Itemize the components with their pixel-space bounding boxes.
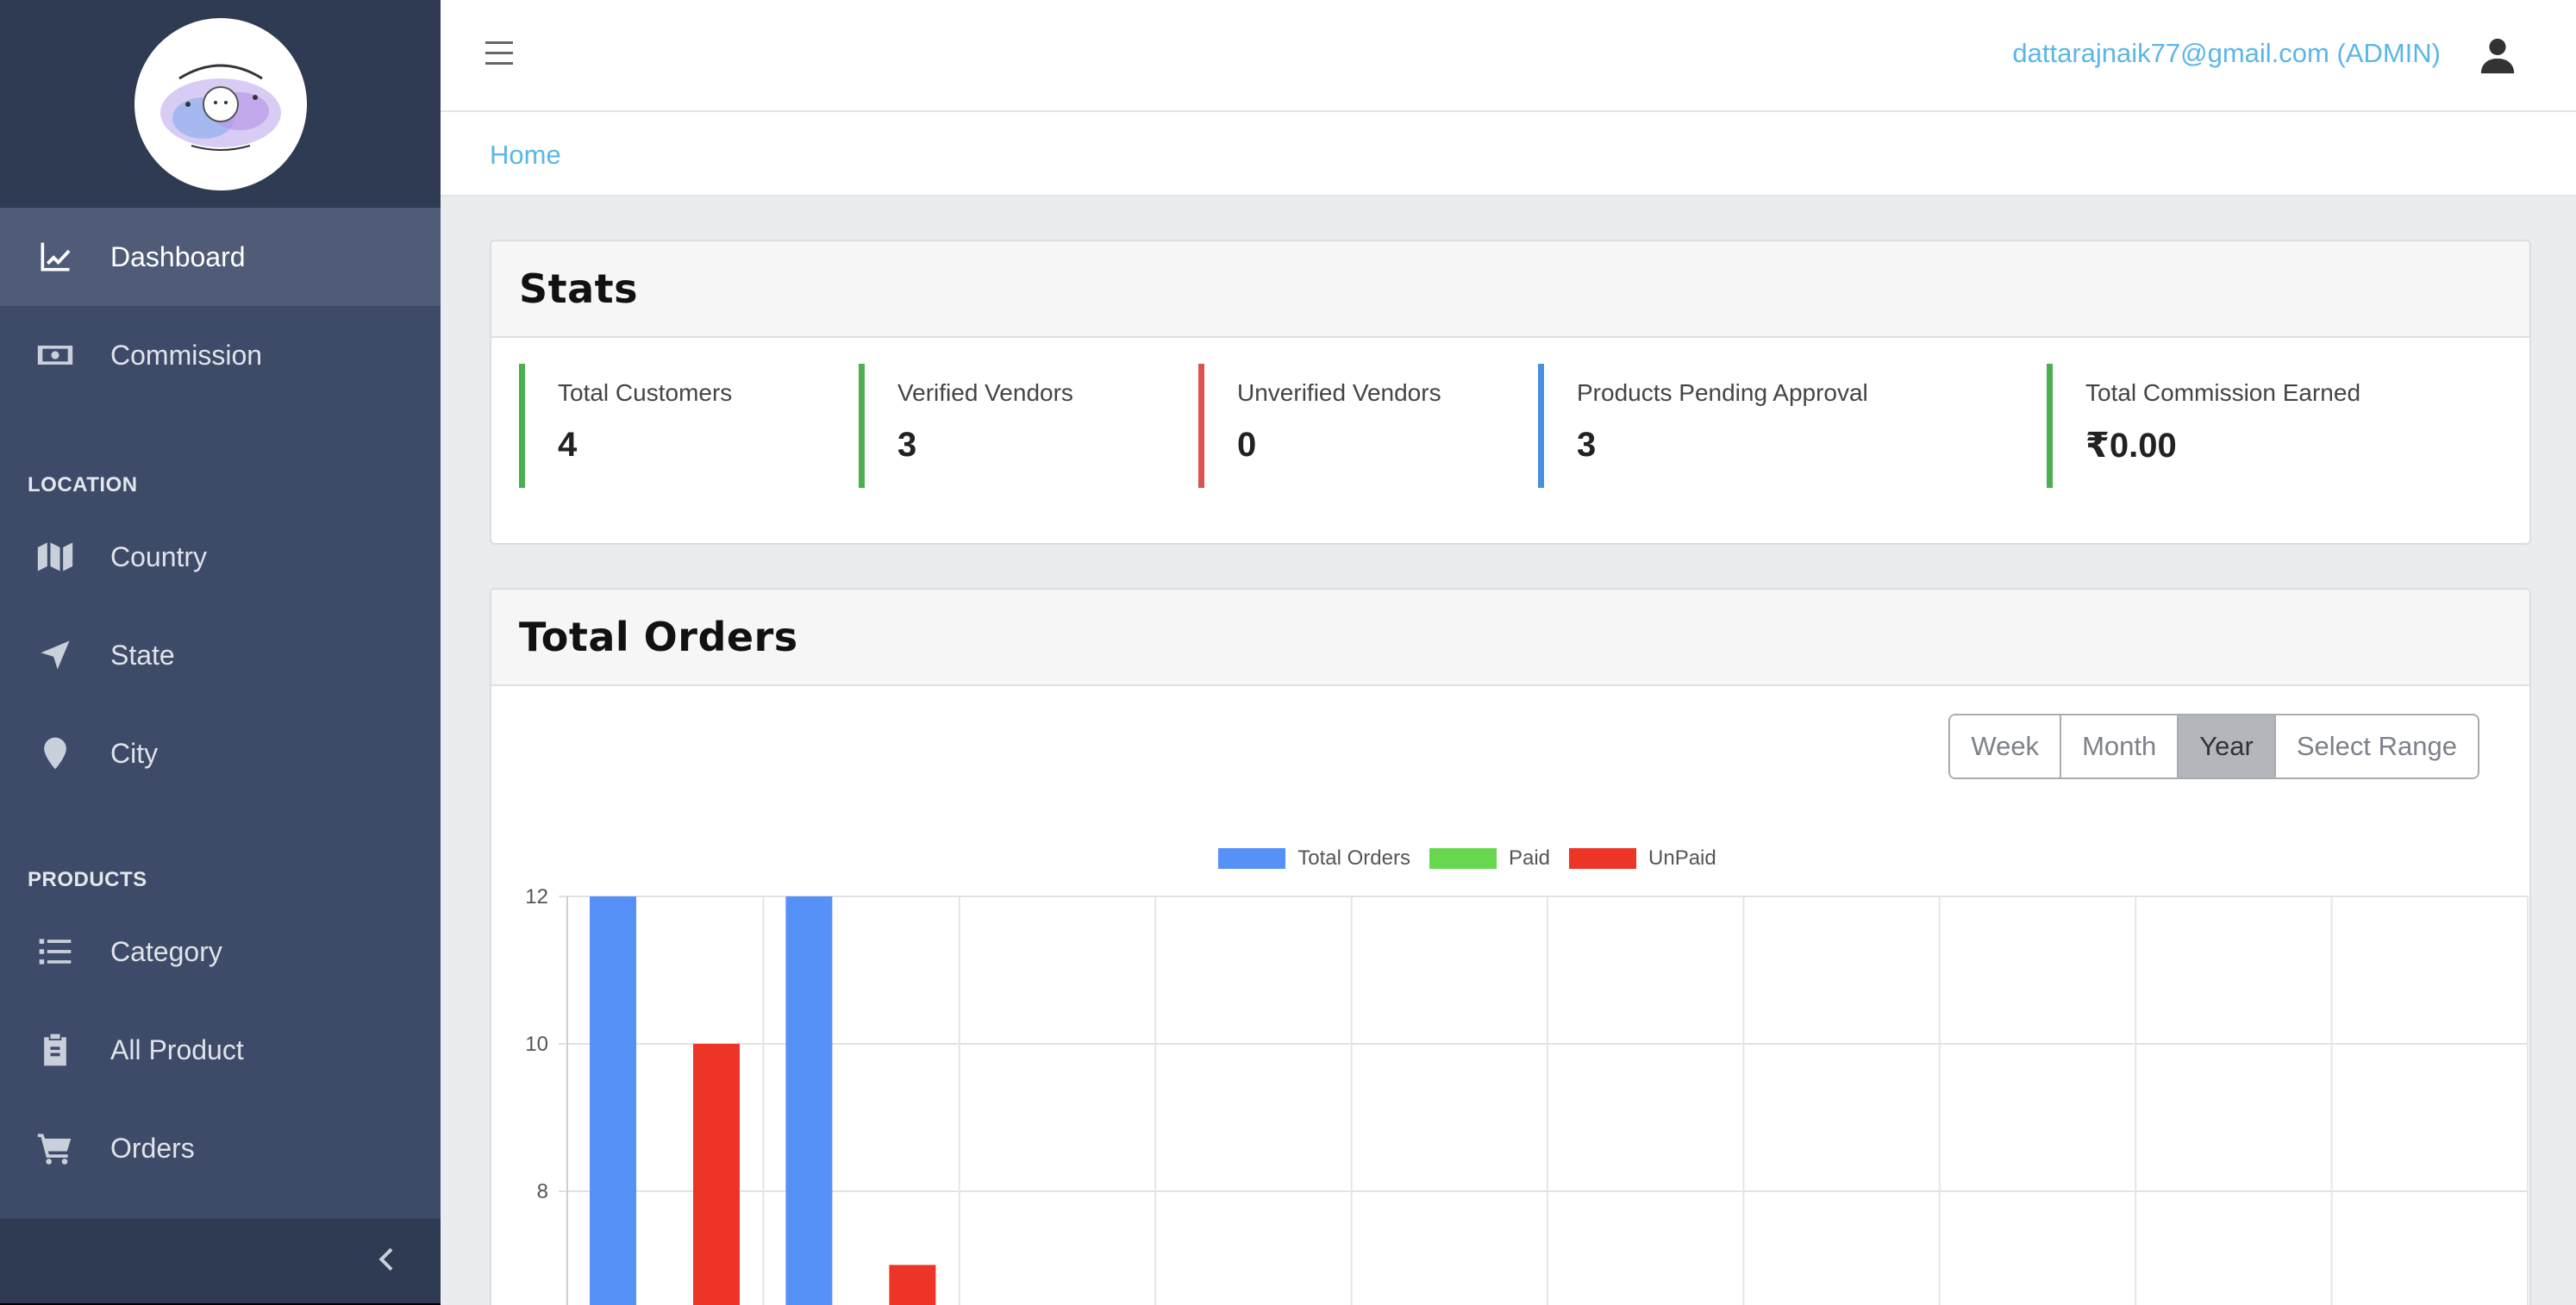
sidebar-item-label: All Product — [110, 1033, 244, 1065]
legend-swatch — [1429, 848, 1497, 869]
bar-total-orders — [590, 896, 636, 1305]
map-pin-icon — [34, 733, 76, 774]
sidebar-item-city[interactable]: City — [0, 704, 441, 802]
range-year-button[interactable]: Year — [2179, 715, 2276, 777]
brand-logo[interactable] — [134, 17, 307, 190]
sidebar-item-state[interactable]: State — [0, 606, 441, 704]
stat-value: ₹0.00 — [2085, 427, 2177, 465]
chart-line-icon — [34, 236, 76, 278]
stats-title: Stats — [519, 265, 639, 312]
sidebar-item-commission[interactable]: Commission — [0, 306, 441, 404]
stat-value: 0 — [1237, 426, 1257, 464]
stat-label: Verified Vendors — [897, 379, 1073, 406]
range-select-button[interactable]: Select Range — [2275, 715, 2478, 777]
legend-label: UnPaid — [1648, 846, 1716, 870]
orders-title: Total Orders — [519, 614, 798, 660]
y-tick-label: 8 — [537, 1180, 548, 1203]
sidebar-item-country[interactable]: Country — [0, 508, 441, 606]
stats-card: Stats Total Customers 4 Verified Vendors… — [490, 240, 2531, 545]
stat-value: 3 — [1577, 426, 1597, 464]
clipboard-icon — [34, 1029, 76, 1071]
y-tick-label: 10 — [525, 1033, 548, 1056]
map-icon — [34, 536, 76, 578]
stat-label: Unverified Vendors — [1237, 379, 1441, 406]
stat-value: 4 — [558, 426, 578, 464]
chart-legend: Total Orders Paid UnPaid — [491, 846, 2486, 871]
list-icon — [34, 931, 76, 972]
stat-value: 3 — [897, 426, 917, 464]
sidebar-footer — [0, 1219, 441, 1303]
orders-bar-chart: 12 10 8 — [525, 885, 2529, 1305]
stat-products-pending-approval: Products Pending Approval 3 — [1538, 364, 1868, 488]
sidebar-item-label: Country — [110, 540, 208, 572]
stat-unverified-vendors: Unverified Vendors 0 — [1198, 364, 1441, 488]
orders-card-header: Total Orders — [491, 590, 2529, 686]
main-content: Stats Total Customers 4 Verified Vendors… — [441, 197, 2576, 1305]
chevron-left-icon[interactable] — [375, 1246, 396, 1277]
stat-verified-vendors: Verified Vendors 3 — [859, 364, 1073, 488]
bar-total-orders — [785, 896, 833, 1305]
cart-icon — [34, 1127, 76, 1169]
sidebar-item-category[interactable]: Category — [0, 902, 441, 1001]
bar-unpaid — [889, 1264, 936, 1305]
breadcrumb-home[interactable]: Home — [490, 140, 561, 171]
stat-total-commission-earned: Total Commission Earned ₹0.00 — [2047, 364, 2360, 488]
bar-unpaid — [693, 1044, 740, 1305]
stats-card-header: Stats — [491, 241, 2529, 338]
section-heading-products: PRODUCTS — [28, 868, 147, 891]
total-orders-card: Total Orders Week Month Year Select Rang… — [490, 588, 2531, 1305]
logo-illustration — [159, 64, 281, 151]
legend-item-unpaid[interactable]: UnPaid — [1569, 846, 1716, 871]
legend-swatch — [1569, 848, 1637, 869]
sidebar-item-label: Commission — [110, 339, 263, 371]
money-bill-icon — [34, 334, 76, 376]
range-selector: Week Month Year Select Range — [1948, 714, 2479, 779]
sidebar-item-orders[interactable]: Orders — [0, 1099, 441, 1197]
section-heading-location: LOCATION — [28, 473, 138, 496]
sidebar-item-label: Orders — [110, 1132, 195, 1164]
breadcrumb: Home — [441, 112, 2576, 197]
sidebar-header — [0, 0, 441, 208]
sidebar-item-label: Category — [110, 935, 222, 967]
user-email[interactable]: dattarajnaik77@gmail.com (ADMIN) — [2012, 38, 2441, 69]
stat-label: Products Pending Approval — [1577, 379, 1868, 406]
sidebar-item-label: State — [110, 639, 175, 671]
location-arrow-icon — [34, 634, 76, 676]
stat-label: Total Customers — [558, 379, 733, 406]
sidebar: Dashboard Commission LOCATION Country St… — [0, 0, 441, 1303]
range-month-button[interactable]: Month — [2061, 715, 2179, 777]
stat-label: Total Commission Earned — [2085, 379, 2361, 406]
legend-item-paid[interactable]: Paid — [1429, 846, 1550, 871]
sidebar-item-dashboard[interactable]: Dashboard — [0, 208, 441, 306]
sidebar-item-all-product[interactable]: All Product — [0, 1001, 441, 1099]
user-icon[interactable] — [2478, 34, 2517, 76]
legend-swatch — [1218, 848, 1286, 869]
range-week-button[interactable]: Week — [1950, 715, 2062, 777]
sidebar-item-label: Dashboard — [110, 240, 246, 272]
legend-item-total-orders[interactable]: Total Orders — [1218, 846, 1410, 871]
hamburger-icon[interactable] — [485, 41, 513, 67]
legend-label: Paid — [1508, 846, 1551, 870]
sidebar-item-label: City — [110, 737, 159, 769]
topbar: dattarajnaik77@gmail.com (ADMIN) — [441, 0, 2576, 112]
legend-label: Total Orders — [1297, 846, 1410, 870]
stat-total-customers: Total Customers 4 — [519, 364, 732, 488]
y-tick-label: 12 — [525, 885, 548, 909]
